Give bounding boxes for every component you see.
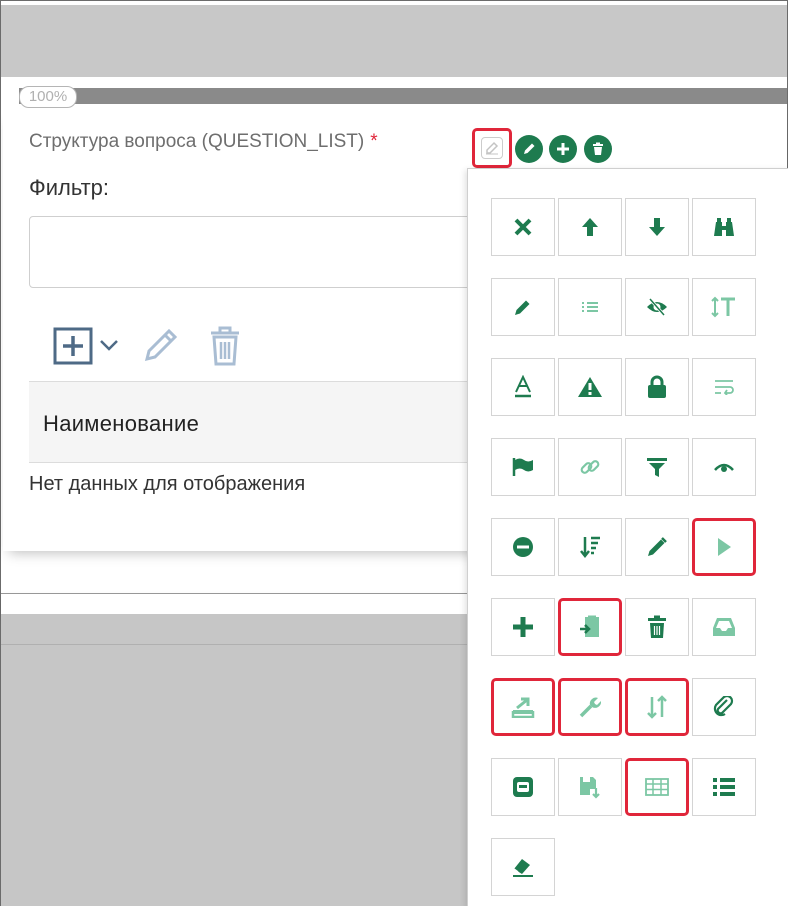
- icon-option-inbox[interactable]: [692, 598, 756, 656]
- icon-option-sort-amount[interactable]: [558, 518, 622, 576]
- icon-option-text-height[interactable]: [692, 278, 756, 336]
- minus-circle-icon: [513, 537, 533, 557]
- sort-amount-icon: [580, 536, 600, 559]
- add-item-button[interactable]: [53, 327, 93, 365]
- lock-icon: [648, 375, 666, 398]
- icon-option-paperclip[interactable]: [692, 678, 756, 736]
- icon-option-save[interactable]: [558, 758, 622, 816]
- icon-option-eye-slash[interactable]: [625, 278, 689, 336]
- font-icon: [515, 375, 531, 398]
- filter-input[interactable]: [29, 216, 489, 288]
- icon-option-trash[interactable]: [625, 598, 689, 656]
- progress-bar: 100%: [19, 86, 787, 108]
- progress-label: 100%: [19, 86, 77, 108]
- icon-option-sort[interactable]: [625, 678, 689, 736]
- eye-slash-icon: [647, 298, 667, 316]
- filter-icon: [647, 458, 667, 477]
- field-label-text: Структура вопроса (QUESTION_LIST): [29, 131, 365, 152]
- column-header-name: Наименование: [43, 411, 200, 436]
- play-icon: [718, 538, 731, 556]
- icon-option-font[interactable]: [491, 358, 555, 416]
- arrow-down-icon: [649, 218, 665, 236]
- delete-item-button[interactable]: [205, 325, 245, 367]
- link-icon: [580, 460, 600, 474]
- eye-icon: [714, 463, 734, 472]
- icon-option-arrow-up[interactable]: [558, 198, 622, 256]
- icon-option-eraser[interactable]: [491, 838, 555, 896]
- close-icon: [514, 218, 532, 236]
- pencil-icon: [524, 143, 535, 154]
- grid-column-header[interactable]: Наименование: [29, 381, 489, 463]
- icon-option-wrench[interactable]: [558, 678, 622, 736]
- sort-icon: [647, 695, 667, 719]
- list-icon: [582, 302, 598, 312]
- grid-empty-text: Нет данных для отображения: [29, 473, 306, 495]
- paste-icon: [580, 615, 599, 637]
- plus-icon: [557, 143, 569, 155]
- text-height-icon: [711, 296, 735, 318]
- edit-item-button[interactable]: [141, 325, 181, 365]
- icon-option-flag[interactable]: [491, 438, 555, 496]
- warning-icon: [578, 377, 602, 397]
- chevron-down-icon[interactable]: [97, 333, 121, 357]
- icon-option-table[interactable]: [625, 758, 689, 816]
- icon-option-window[interactable]: [491, 758, 555, 816]
- field-delete-button[interactable]: [584, 135, 612, 163]
- eraser-icon: [513, 859, 533, 877]
- wrap-text-icon: [715, 380, 734, 395]
- save-icon: [580, 777, 600, 799]
- export-icon: [511, 697, 535, 718]
- icon-option-wrap-text[interactable]: [692, 358, 756, 416]
- icon-option-export[interactable]: [491, 678, 555, 736]
- icon-option-pencil-alt[interactable]: [625, 518, 689, 576]
- list-ul-icon: [713, 778, 735, 796]
- wrench-icon: [579, 697, 601, 718]
- flag-icon: [512, 458, 533, 476]
- icon-option-close[interactable]: [491, 198, 555, 256]
- edit-icon: [481, 137, 503, 159]
- field-edit-button[interactable]: [515, 135, 543, 163]
- field-label: Структура вопроса (QUESTION_LIST) *: [29, 131, 378, 153]
- icon-option-arrow-down[interactable]: [625, 198, 689, 256]
- arrow-up-icon: [582, 218, 598, 236]
- paperclip-icon: [713, 696, 734, 717]
- pencil-icon: [648, 537, 667, 556]
- inbox-icon: [713, 618, 735, 636]
- icon-option-eye[interactable]: [692, 438, 756, 496]
- edit-icon-button[interactable]: [472, 128, 512, 168]
- pencil-icon: [515, 300, 530, 315]
- required-mark: *: [370, 131, 378, 152]
- plus-icon: [513, 617, 533, 637]
- icon-option-play[interactable]: [692, 518, 756, 576]
- progress-track: [19, 88, 787, 104]
- icon-option-filter[interactable]: [625, 438, 689, 496]
- table-icon: [645, 778, 669, 796]
- icon-option-link[interactable]: [558, 438, 622, 496]
- icon-option-list-ul[interactable]: [692, 758, 756, 816]
- icon-option-lock[interactable]: [625, 358, 689, 416]
- top-header-bar: [1, 1, 787, 77]
- trash-icon: [593, 142, 603, 155]
- icon-option-warning[interactable]: [558, 358, 622, 416]
- icon-option-minus-circle[interactable]: [491, 518, 555, 576]
- binoculars-icon: [714, 218, 734, 236]
- icon-option-binoculars[interactable]: [692, 198, 756, 256]
- icon-option-plus[interactable]: [491, 598, 555, 656]
- icon-option-paste[interactable]: [558, 598, 622, 656]
- window-icon: [513, 777, 533, 797]
- filter-label: Фильтр:: [29, 175, 110, 200]
- trash-icon: [648, 615, 666, 638]
- icon-picker-popup: [467, 168, 788, 906]
- icon-option-list[interactable]: [558, 278, 622, 336]
- icon-option-pencil[interactable]: [491, 278, 555, 336]
- field-add-button[interactable]: [549, 135, 577, 163]
